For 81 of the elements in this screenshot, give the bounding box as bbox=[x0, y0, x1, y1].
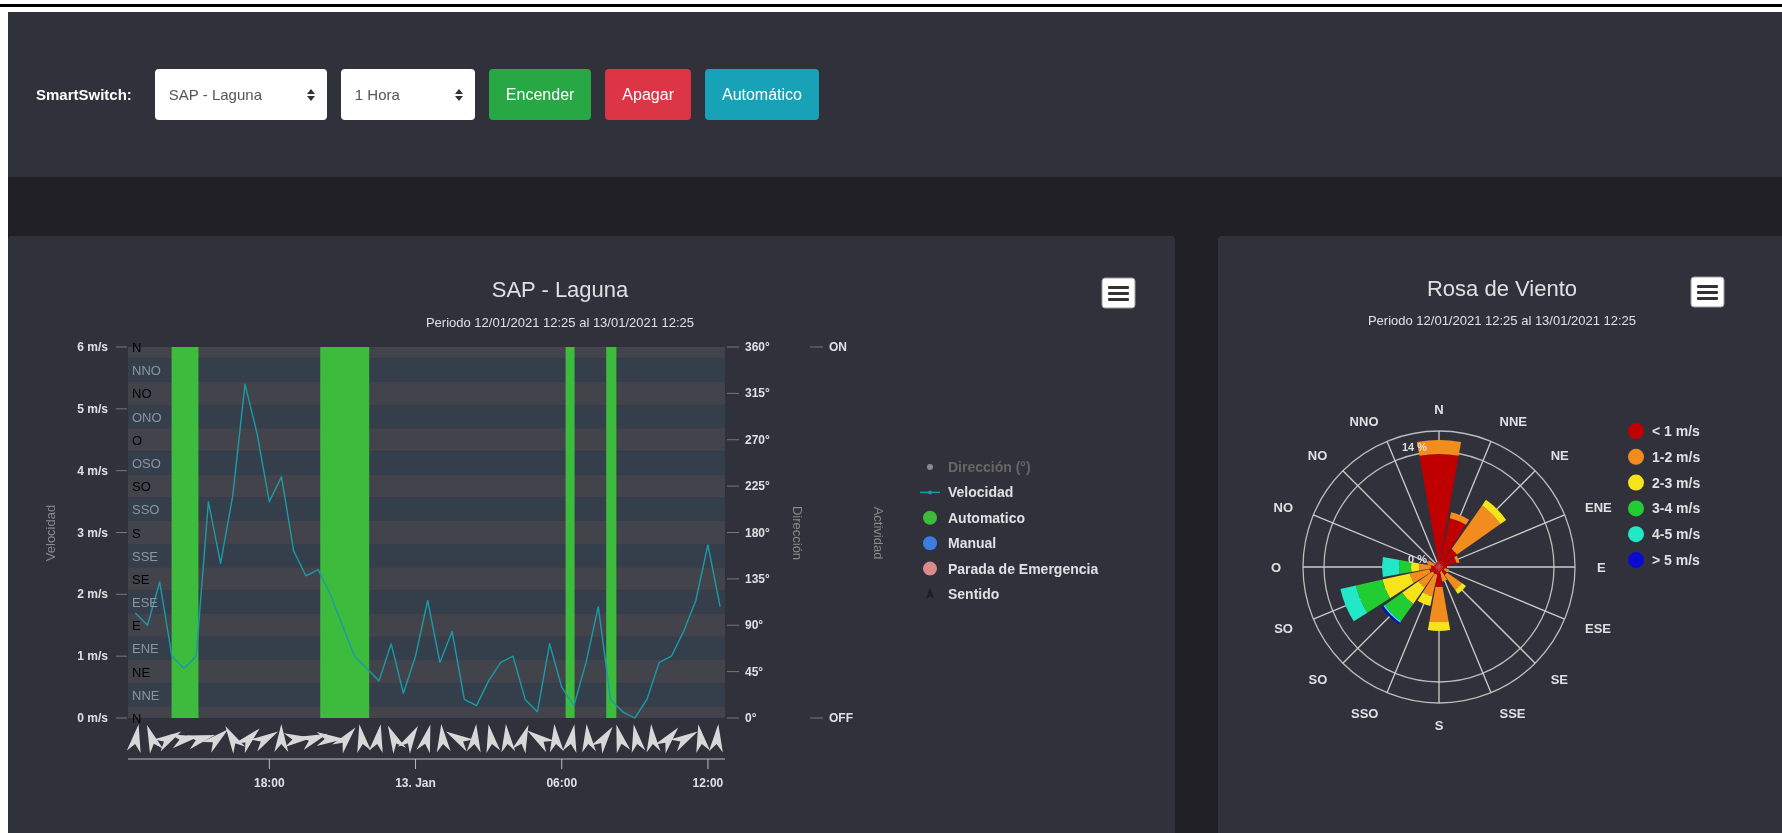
action-button[interactable]: Apagar bbox=[605, 69, 691, 120]
direction-label: OSO bbox=[132, 455, 161, 471]
direction-label: N bbox=[132, 711, 142, 726]
chart-subtitle: Periodo 12/01/2021 12:25 al 13/01/2021 12:25 bbox=[425, 315, 695, 330]
axis-title: Dirección bbox=[790, 505, 805, 561]
direction-label: SE bbox=[132, 571, 150, 587]
direction-label: NE bbox=[1550, 448, 1569, 464]
chart-subtitle: Periodo 12/01/2021 12:25 al 13/01/2021 12:25 bbox=[1367, 313, 1637, 328]
axis-tick-label: 6 m/s bbox=[77, 340, 108, 354]
legend-label[interactable]: Manual bbox=[948, 535, 997, 552]
direction-label: E bbox=[132, 618, 141, 634]
axis-tick-label: 18:00 bbox=[254, 776, 285, 790]
axis-tick-label: 315° bbox=[745, 386, 770, 401]
axis-tick-label: 13. Jan bbox=[395, 776, 436, 790]
menu-icon[interactable] bbox=[1690, 276, 1725, 308]
direction-label: ENE bbox=[1585, 499, 1612, 515]
legend-label[interactable]: Velocidad bbox=[948, 484, 1014, 501]
axis-tick-label: 135° bbox=[745, 571, 770, 586]
axis-tick-label: 4 m/s bbox=[77, 463, 108, 478]
direction-label: NNE bbox=[132, 687, 160, 703]
axis-tick-label: 225° bbox=[745, 479, 770, 494]
direction-label: SO bbox=[132, 479, 151, 495]
menu-icon[interactable] bbox=[1101, 277, 1136, 309]
chart-title: Rosa de Viento bbox=[1427, 276, 1577, 301]
axis-tick-label: 180° bbox=[745, 525, 770, 540]
direction-label: SO bbox=[1274, 620, 1293, 636]
direction-label: ENE bbox=[132, 641, 159, 657]
direction-label: O bbox=[132, 432, 143, 448]
direction-label: ESE bbox=[1585, 620, 1611, 636]
direction-label: NO bbox=[132, 386, 152, 402]
axis-title: Actividad bbox=[871, 506, 886, 560]
legend-label[interactable]: > 5 m/s bbox=[1652, 552, 1700, 568]
legend-label[interactable]: Parada de Emergencia bbox=[948, 560, 1099, 577]
direction-label: NNO bbox=[132, 363, 161, 379]
direction-label: NO bbox=[1307, 448, 1328, 464]
axis-tick-label: OFF bbox=[829, 711, 853, 725]
legend-label[interactable]: 3-4 m/s bbox=[1652, 500, 1701, 517]
sort-caret-icon bbox=[454, 88, 463, 101]
axis-tick-label: 5 m/s bbox=[77, 401, 108, 416]
axis-tick-label: 2 m/s bbox=[77, 587, 108, 602]
legend-label[interactable]: Automatico bbox=[948, 509, 1025, 526]
direction-label: SO bbox=[1308, 671, 1328, 687]
axis-tick-label: 06:00 bbox=[546, 776, 578, 790]
field-label: SmartSwitch: bbox=[36, 86, 132, 103]
direction-label: NNE bbox=[1499, 414, 1527, 429]
direction-label: SSE bbox=[1499, 706, 1526, 721]
direction-label: N bbox=[1434, 402, 1444, 417]
direction-label: O bbox=[1270, 560, 1281, 575]
legend-label[interactable]: 1-2 m/s bbox=[1652, 448, 1701, 465]
legend-label[interactable]: 4-5 m/s bbox=[1652, 526, 1701, 543]
chart-title: SAP - Laguna bbox=[491, 277, 629, 302]
axis-tick-label: 45° bbox=[745, 664, 764, 679]
direction-label: SSE bbox=[132, 548, 158, 564]
axis-tick-label: 0° bbox=[745, 711, 757, 725]
direction-label: NE bbox=[132, 664, 151, 680]
legend-label[interactable]: 2-3 m/s bbox=[1652, 474, 1701, 491]
direction-label: E bbox=[1597, 560, 1606, 575]
axis-title: Velocidad bbox=[43, 504, 58, 562]
axis-tick-label: 0 m/s bbox=[77, 711, 108, 725]
axis-tick-label: 90° bbox=[745, 618, 764, 633]
scale-label: 14 % bbox=[1402, 441, 1428, 453]
direction-label: N bbox=[132, 340, 142, 355]
direction-label: NO bbox=[1273, 499, 1293, 515]
direction-label: SSO bbox=[132, 502, 160, 518]
axis-tick-label: 360° bbox=[745, 340, 770, 354]
direction-label: SE bbox=[1550, 671, 1569, 687]
direction-label: S bbox=[132, 525, 141, 541]
axis-tick-label: 270° bbox=[745, 432, 770, 447]
axis-tick-label: 3 m/s bbox=[77, 525, 108, 540]
sort-caret-icon bbox=[306, 88, 315, 101]
axis-tick-label: 1 m/s bbox=[77, 649, 108, 664]
direction-label: NNO bbox=[1349, 414, 1379, 429]
axis-tick-label: ON bbox=[829, 340, 847, 354]
direction-label: ONO bbox=[132, 409, 162, 425]
select-field[interactable]: SAP - Laguna bbox=[154, 69, 327, 120]
axis-tick-label: 12:00 bbox=[692, 776, 724, 790]
legend-label[interactable]: < 1 m/s bbox=[1652, 423, 1700, 439]
direction-label: S bbox=[1434, 718, 1444, 733]
select-field[interactable]: 1 Hora bbox=[340, 69, 475, 120]
legend-label[interactable]: Sentido bbox=[948, 586, 1000, 602]
direction-label: SSO bbox=[1351, 706, 1379, 721]
